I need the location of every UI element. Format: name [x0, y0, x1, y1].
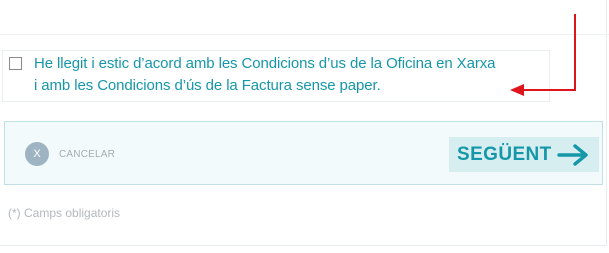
required-fields-note: (*) Camps obligatoris [8, 206, 121, 220]
section-divider [0, 34, 609, 35]
terms-checkbox[interactable] [9, 57, 22, 70]
arrow-right-icon[interactable] [557, 143, 591, 167]
close-icon[interactable]: X [25, 142, 49, 166]
cancel-label[interactable]: CANCELAR [59, 149, 115, 160]
cancel-button[interactable]: X CANCELAR [25, 142, 115, 166]
terms-acceptance: He llegit i estic d’acord amb les Condic… [2, 50, 550, 102]
terms-line-2: i amb les Condicions d’ús de la Factura … [34, 77, 381, 94]
next-label[interactable]: SEGÜENT [457, 144, 552, 166]
terms-line-1: He llegit i estic d’acord amb les Condic… [34, 55, 496, 72]
next-button[interactable]: SEGÜENT [449, 137, 599, 172]
terms-text: He llegit i estic d’acord amb les Condic… [34, 53, 549, 97]
form-actions: X CANCELAR SEGÜENT [4, 121, 603, 185]
